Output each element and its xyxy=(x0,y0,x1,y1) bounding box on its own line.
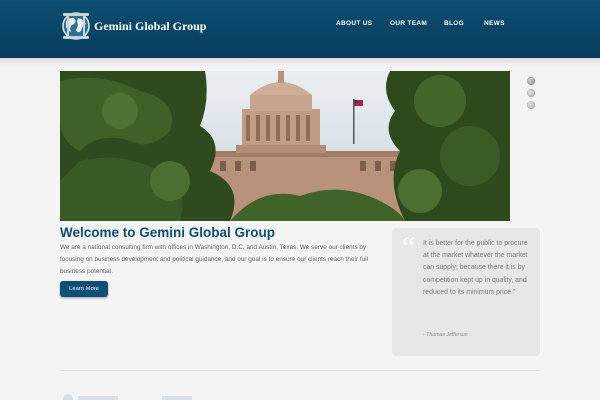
site-logo[interactable]: Gemini Global Group xyxy=(60,10,206,42)
quote-text: It is better for the public to procure a… xyxy=(423,240,528,296)
site-header: Gemini Global Group ABOUT US OUR TEAM BL… xyxy=(0,0,600,58)
slide-dot-3[interactable] xyxy=(527,101,535,109)
globe-logo-icon xyxy=(62,12,90,40)
section-divider xyxy=(60,370,540,371)
nav-our-team[interactable]: OUR TEAM xyxy=(390,20,427,27)
learn-more-button[interactable]: Learn More xyxy=(60,281,108,297)
quote-mark-icon: “ xyxy=(399,231,416,264)
capitol-building-photo xyxy=(60,71,510,221)
nav-blog[interactable]: BLOG xyxy=(444,20,464,27)
hero-slider[interactable] xyxy=(60,71,510,221)
nav-about-us[interactable]: ABOUT US xyxy=(336,20,372,27)
brand-name: Gemini Global Group xyxy=(94,18,207,33)
faint-content-row xyxy=(63,394,192,400)
welcome-description: We are a national consulting firm with o… xyxy=(60,244,369,275)
quote-author: - Thomas Jefferson xyxy=(423,332,468,338)
slide-dot-1[interactable] xyxy=(527,77,535,85)
quote-box: “ It is better for the public to procure… xyxy=(392,228,540,356)
nav-news[interactable]: NEWS xyxy=(484,20,505,27)
header-shadow xyxy=(0,58,600,66)
slide-dot-2[interactable] xyxy=(527,89,535,97)
welcome-title: Welcome to Gemini Global Group xyxy=(60,225,276,240)
